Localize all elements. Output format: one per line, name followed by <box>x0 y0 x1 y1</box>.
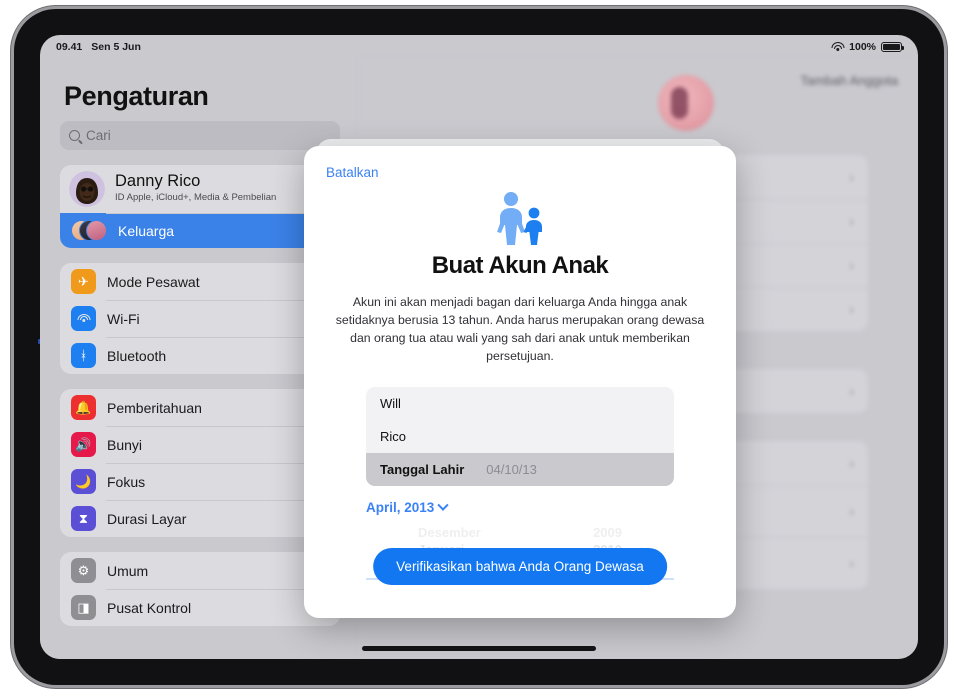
chevron-right-icon: › <box>849 382 854 400</box>
battery-percent: 100% <box>849 41 876 53</box>
wifi-icon <box>71 306 96 331</box>
sidebar-item-mode-pesawat[interactable]: ✈ Mode Pesawat <box>60 263 340 300</box>
date-picker-toggle-label: April, 2013 <box>366 500 435 516</box>
date-picker-toggle[interactable]: April, 2013 <box>366 499 736 516</box>
sidebar-group-connectivity: ✈ Mode Pesawat Wi-Fi ᚼ Bluetooth <box>60 263 340 374</box>
sidebar-item-label: Fokus <box>107 473 146 490</box>
modal-description: Akun ini akan menjadi bagan dari keluarg… <box>335 295 705 364</box>
hourglass-icon: ⧗ <box>71 506 96 531</box>
chevron-right-icon: › <box>849 212 854 230</box>
sidebar-item-umum[interactable]: ⚙ Umum <box>60 552 340 589</box>
create-child-account-modal: Batalkan Buat Akun Anak Akun ini akan me… <box>304 146 736 618</box>
page-title: Pengaturan <box>64 81 209 111</box>
sidebar-item-pusat-kontrol[interactable]: ◨ Pusat Kontrol <box>60 589 340 626</box>
moon-icon: 🌙 <box>71 469 96 494</box>
sidebar-item-durasi-layar[interactable]: ⧗ Durasi Layar <box>60 500 340 537</box>
chevron-right-icon: › <box>849 300 854 318</box>
cancel-button[interactable]: Batalkan <box>326 165 379 180</box>
chevron-right-icon: › <box>849 454 854 472</box>
sidebar-item-bunyi[interactable]: 🔊 Bunyi <box>60 426 340 463</box>
sidebar-item-label: Pusat Kontrol <box>107 599 192 616</box>
status-bar: 09.41 Sen 5 Jun 100% <box>40 35 918 59</box>
picker-month: Desember <box>418 525 481 541</box>
first-name-value: Will <box>380 396 401 412</box>
chevron-right-icon: › <box>849 554 854 572</box>
sidebar-item-pemberitahuan[interactable]: 🔔 Pemberitahuan <box>60 389 340 426</box>
child-account-form: Will Rico Tanggal Lahir 04/10/13 <box>366 387 674 487</box>
sidebar-item-label: Keluarga <box>118 222 175 239</box>
birthdate-placeholder: 04/10/13 <box>486 462 537 478</box>
device-frame: 09.41 Sen 5 Jun 100% Pengaturan Cari Dan… <box>14 9 944 685</box>
sidebar-item-fokus[interactable]: 🌙 Fokus <box>60 463 340 500</box>
speaker-icon: 🔊 <box>71 432 96 457</box>
airplane-icon: ✈ <box>71 269 96 294</box>
sidebar-item-keluarga[interactable]: Keluarga <box>60 213 340 248</box>
sidebar-item-label: Wi-Fi <box>107 310 140 327</box>
sidebar-item-label: Mode Pesawat <box>107 273 200 290</box>
chevron-right-icon: › <box>849 168 854 186</box>
picker-year: 2009 <box>593 525 622 541</box>
account-name: Danny Rico <box>115 172 201 191</box>
avatar <box>69 171 105 207</box>
sidebar-item-label: Durasi Layar <box>107 510 187 527</box>
search-placeholder: Cari <box>86 128 111 143</box>
add-member-button[interactable]: Tambah Anggota <box>800 73 898 88</box>
search-icon <box>69 130 80 141</box>
family-parent-child-icon <box>304 191 736 247</box>
sidebar-item-bluetooth[interactable]: ᚼ Bluetooth <box>60 337 340 374</box>
gear-icon: ⚙ <box>71 558 96 583</box>
battery-full-icon <box>881 41 904 53</box>
bluetooth-icon: ᚼ <box>71 343 96 368</box>
search-input[interactable]: Cari <box>60 121 340 150</box>
birthdate-label: Tanggal Lahir <box>380 462 465 478</box>
member-avatar <box>658 75 714 131</box>
home-indicator[interactable] <box>362 646 596 651</box>
last-name-value: Rico <box>380 429 407 445</box>
chevron-right-icon: › <box>849 256 854 274</box>
sidebar-group-notifications: 🔔 Pemberitahuan 🔊 Bunyi 🌙 Fokus ⧗ Durasi… <box>60 389 340 537</box>
verify-adult-button[interactable]: Verifikasikan bahwa Anda Orang Dewasa <box>373 548 667 585</box>
family-avatars-icon <box>71 219 107 243</box>
wifi-icon <box>831 42 845 52</box>
chevron-right-icon: › <box>849 502 854 520</box>
sidebar-item-apple-account[interactable]: Danny Rico ID Apple, iCloud+, Media & Pe… <box>60 165 340 213</box>
sidebar-group-system: ⚙ Umum ◨ Pusat Kontrol <box>60 552 340 626</box>
sidebar-item-label: Umum <box>107 562 149 579</box>
control-center-icon: ◨ <box>71 595 96 620</box>
birthdate-field[interactable]: Tanggal Lahir 04/10/13 <box>366 453 674 487</box>
modal-title: Buat Akun Anak <box>431 252 609 279</box>
first-name-field[interactable]: Will <box>366 387 674 420</box>
sidebar-item-wifi[interactable]: Wi-Fi <box>60 300 340 337</box>
sidebar-item-label: Pemberitahuan <box>107 399 202 416</box>
last-name-field[interactable]: Rico <box>366 420 674 453</box>
chevron-down-icon <box>437 499 449 511</box>
status-time: 09.41 <box>56 41 83 53</box>
status-date: Sen 5 Jun <box>91 41 141 53</box>
screen: 09.41 Sen 5 Jun 100% Pengaturan Cari Dan… <box>40 35 918 659</box>
bell-icon: 🔔 <box>71 395 96 420</box>
sidebar-item-label: Bunyi <box>107 436 143 453</box>
account-subtitle: ID Apple, iCloud+, Media & Pembelian <box>115 192 277 204</box>
account-group: Danny Rico ID Apple, iCloud+, Media & Pe… <box>60 165 340 248</box>
sidebar-item-label: Bluetooth <box>107 347 167 364</box>
